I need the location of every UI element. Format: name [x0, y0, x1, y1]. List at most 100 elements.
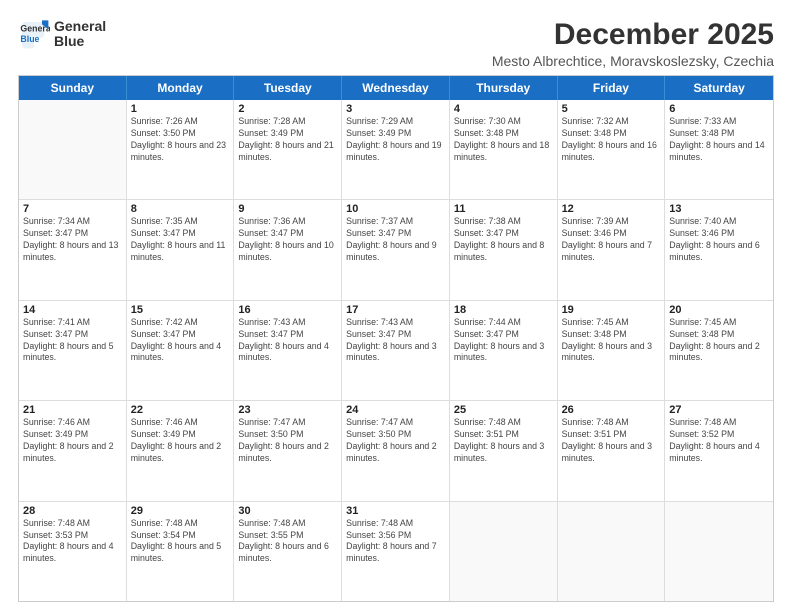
header: General Blue General Blue December 2025 … — [18, 18, 774, 69]
cal-cell: 16Sunrise: 7:43 AM Sunset: 3:47 PM Dayli… — [234, 301, 342, 400]
week-row-2: 7Sunrise: 7:34 AM Sunset: 3:47 PM Daylig… — [19, 200, 773, 300]
logo-line2: Blue — [54, 34, 106, 49]
cell-sun-info: Sunrise: 7:48 AM Sunset: 3:51 PM Dayligh… — [562, 417, 661, 465]
page: General Blue General Blue December 2025 … — [0, 0, 792, 612]
cell-sun-info: Sunrise: 7:26 AM Sunset: 3:50 PM Dayligh… — [131, 116, 230, 164]
cal-cell: 24Sunrise: 7:47 AM Sunset: 3:50 PM Dayli… — [342, 401, 450, 500]
day-number: 4 — [454, 103, 553, 115]
cal-cell: 14Sunrise: 7:41 AM Sunset: 3:47 PM Dayli… — [19, 301, 127, 400]
cal-cell: 10Sunrise: 7:37 AM Sunset: 3:47 PM Dayli… — [342, 200, 450, 299]
day-number: 7 — [23, 203, 122, 215]
header-day-saturday: Saturday — [665, 76, 773, 100]
cell-sun-info: Sunrise: 7:48 AM Sunset: 3:55 PM Dayligh… — [238, 518, 337, 566]
cell-sun-info: Sunrise: 7:39 AM Sunset: 3:46 PM Dayligh… — [562, 216, 661, 264]
cal-cell: 22Sunrise: 7:46 AM Sunset: 3:49 PM Dayli… — [127, 401, 235, 500]
cal-cell — [558, 502, 666, 601]
day-number: 1 — [131, 103, 230, 115]
cell-sun-info: Sunrise: 7:35 AM Sunset: 3:47 PM Dayligh… — [131, 216, 230, 264]
day-number: 31 — [346, 505, 445, 517]
day-number: 19 — [562, 304, 661, 316]
day-number: 24 — [346, 404, 445, 416]
cal-cell: 1Sunrise: 7:26 AM Sunset: 3:50 PM Daylig… — [127, 100, 235, 199]
cell-sun-info: Sunrise: 7:41 AM Sunset: 3:47 PM Dayligh… — [23, 317, 122, 365]
cell-sun-info: Sunrise: 7:29 AM Sunset: 3:49 PM Dayligh… — [346, 116, 445, 164]
cal-cell: 8Sunrise: 7:35 AM Sunset: 3:47 PM Daylig… — [127, 200, 235, 299]
calendar: SundayMondayTuesdayWednesdayThursdayFrid… — [18, 75, 774, 602]
day-number: 17 — [346, 304, 445, 316]
day-number: 2 — [238, 103, 337, 115]
day-number: 22 — [131, 404, 230, 416]
day-number: 11 — [454, 203, 553, 215]
day-number: 10 — [346, 203, 445, 215]
day-number: 15 — [131, 304, 230, 316]
day-number: 14 — [23, 304, 122, 316]
day-number: 28 — [23, 505, 122, 517]
day-number: 8 — [131, 203, 230, 215]
cell-sun-info: Sunrise: 7:30 AM Sunset: 3:48 PM Dayligh… — [454, 116, 553, 164]
cell-sun-info: Sunrise: 7:48 AM Sunset: 3:51 PM Dayligh… — [454, 417, 553, 465]
cal-cell: 21Sunrise: 7:46 AM Sunset: 3:49 PM Dayli… — [19, 401, 127, 500]
logo-line1: General — [54, 19, 106, 34]
cell-sun-info: Sunrise: 7:47 AM Sunset: 3:50 PM Dayligh… — [238, 417, 337, 465]
cell-sun-info: Sunrise: 7:32 AM Sunset: 3:48 PM Dayligh… — [562, 116, 661, 164]
header-day-friday: Friday — [558, 76, 666, 100]
cal-cell: 15Sunrise: 7:42 AM Sunset: 3:47 PM Dayli… — [127, 301, 235, 400]
day-number: 27 — [669, 404, 769, 416]
day-number: 18 — [454, 304, 553, 316]
day-number: 12 — [562, 203, 661, 215]
cal-cell: 27Sunrise: 7:48 AM Sunset: 3:52 PM Dayli… — [665, 401, 773, 500]
cell-sun-info: Sunrise: 7:48 AM Sunset: 3:52 PM Dayligh… — [669, 417, 769, 465]
cal-cell: 17Sunrise: 7:43 AM Sunset: 3:47 PM Dayli… — [342, 301, 450, 400]
cell-sun-info: Sunrise: 7:37 AM Sunset: 3:47 PM Dayligh… — [346, 216, 445, 264]
cell-sun-info: Sunrise: 7:43 AM Sunset: 3:47 PM Dayligh… — [346, 317, 445, 365]
cal-cell: 13Sunrise: 7:40 AM Sunset: 3:46 PM Dayli… — [665, 200, 773, 299]
day-number: 29 — [131, 505, 230, 517]
cell-sun-info: Sunrise: 7:48 AM Sunset: 3:53 PM Dayligh… — [23, 518, 122, 566]
cell-sun-info: Sunrise: 7:36 AM Sunset: 3:47 PM Dayligh… — [238, 216, 337, 264]
day-number: 3 — [346, 103, 445, 115]
cell-sun-info: Sunrise: 7:48 AM Sunset: 3:54 PM Dayligh… — [131, 518, 230, 566]
cell-sun-info: Sunrise: 7:45 AM Sunset: 3:48 PM Dayligh… — [562, 317, 661, 365]
cell-sun-info: Sunrise: 7:43 AM Sunset: 3:47 PM Dayligh… — [238, 317, 337, 365]
day-number: 30 — [238, 505, 337, 517]
cal-cell: 31Sunrise: 7:48 AM Sunset: 3:56 PM Dayli… — [342, 502, 450, 601]
day-number: 20 — [669, 304, 769, 316]
cal-cell — [19, 100, 127, 199]
cell-sun-info: Sunrise: 7:46 AM Sunset: 3:49 PM Dayligh… — [131, 417, 230, 465]
day-number: 26 — [562, 404, 661, 416]
cal-cell: 12Sunrise: 7:39 AM Sunset: 3:46 PM Dayli… — [558, 200, 666, 299]
cell-sun-info: Sunrise: 7:45 AM Sunset: 3:48 PM Dayligh… — [669, 317, 769, 365]
cal-cell: 18Sunrise: 7:44 AM Sunset: 3:47 PM Dayli… — [450, 301, 558, 400]
cell-sun-info: Sunrise: 7:38 AM Sunset: 3:47 PM Dayligh… — [454, 216, 553, 264]
cell-sun-info: Sunrise: 7:48 AM Sunset: 3:56 PM Dayligh… — [346, 518, 445, 566]
cal-cell: 4Sunrise: 7:30 AM Sunset: 3:48 PM Daylig… — [450, 100, 558, 199]
day-number: 21 — [23, 404, 122, 416]
month-title: December 2025 — [492, 18, 774, 51]
cell-sun-info: Sunrise: 7:46 AM Sunset: 3:49 PM Dayligh… — [23, 417, 122, 465]
week-row-3: 14Sunrise: 7:41 AM Sunset: 3:47 PM Dayli… — [19, 301, 773, 401]
header-day-sunday: Sunday — [19, 76, 127, 100]
logo-icon: General Blue — [18, 18, 50, 50]
cal-cell: 29Sunrise: 7:48 AM Sunset: 3:54 PM Dayli… — [127, 502, 235, 601]
day-number: 25 — [454, 404, 553, 416]
cell-sun-info: Sunrise: 7:28 AM Sunset: 3:49 PM Dayligh… — [238, 116, 337, 164]
calendar-body: 1Sunrise: 7:26 AM Sunset: 3:50 PM Daylig… — [19, 100, 773, 601]
cell-sun-info: Sunrise: 7:33 AM Sunset: 3:48 PM Dayligh… — [669, 116, 769, 164]
cell-sun-info: Sunrise: 7:44 AM Sunset: 3:47 PM Dayligh… — [454, 317, 553, 365]
cal-cell: 19Sunrise: 7:45 AM Sunset: 3:48 PM Dayli… — [558, 301, 666, 400]
cal-cell: 6Sunrise: 7:33 AM Sunset: 3:48 PM Daylig… — [665, 100, 773, 199]
day-number: 16 — [238, 304, 337, 316]
svg-text:Blue: Blue — [20, 34, 39, 44]
logo: General Blue General Blue — [18, 18, 106, 50]
week-row-4: 21Sunrise: 7:46 AM Sunset: 3:49 PM Dayli… — [19, 401, 773, 501]
cal-cell: 3Sunrise: 7:29 AM Sunset: 3:49 PM Daylig… — [342, 100, 450, 199]
header-day-wednesday: Wednesday — [342, 76, 450, 100]
cal-cell: 20Sunrise: 7:45 AM Sunset: 3:48 PM Dayli… — [665, 301, 773, 400]
calendar-header: SundayMondayTuesdayWednesdayThursdayFrid… — [19, 76, 773, 100]
day-number: 13 — [669, 203, 769, 215]
cal-cell: 25Sunrise: 7:48 AM Sunset: 3:51 PM Dayli… — [450, 401, 558, 500]
header-day-thursday: Thursday — [450, 76, 558, 100]
cal-cell: 28Sunrise: 7:48 AM Sunset: 3:53 PM Dayli… — [19, 502, 127, 601]
title-block: December 2025 Mesto Albrechtice, Moravsk… — [492, 18, 774, 69]
week-row-1: 1Sunrise: 7:26 AM Sunset: 3:50 PM Daylig… — [19, 100, 773, 200]
